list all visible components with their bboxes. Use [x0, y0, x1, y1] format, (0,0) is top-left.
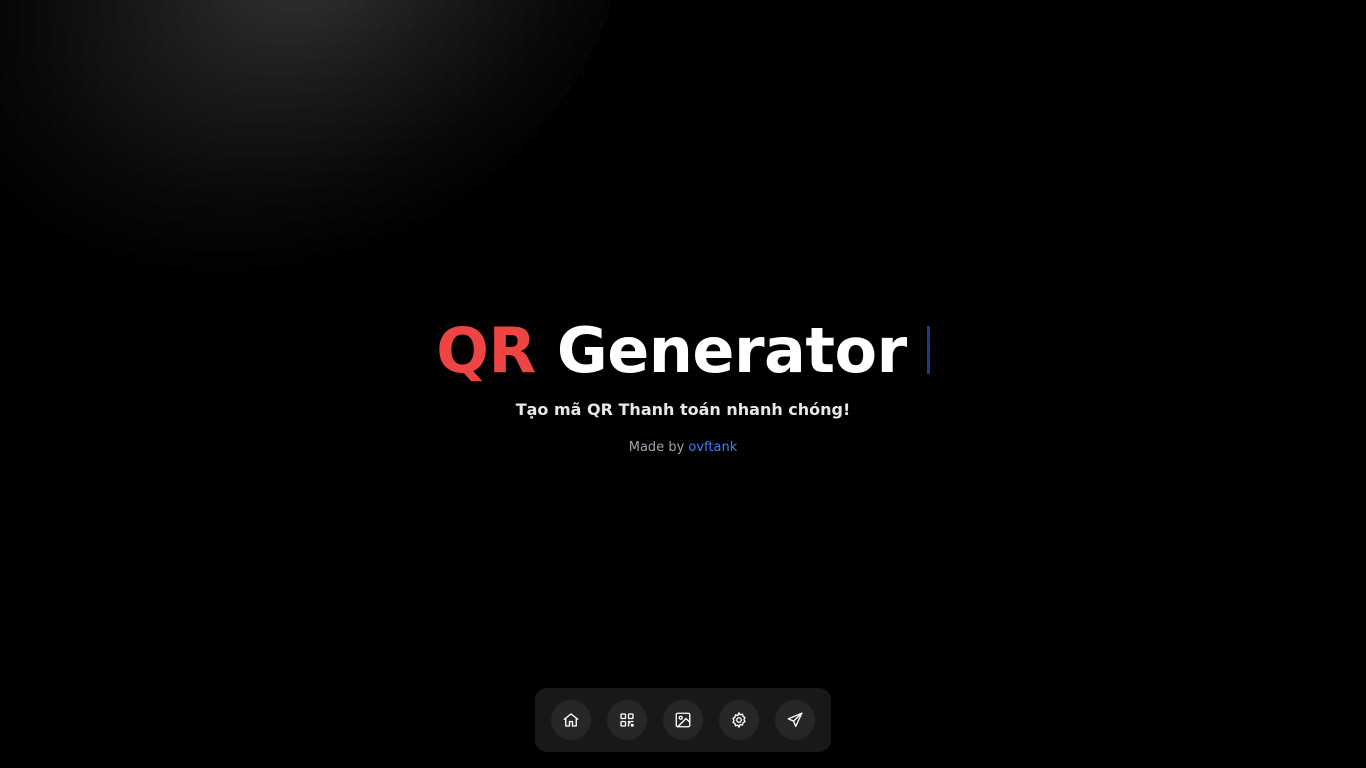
image-icon — [674, 711, 692, 729]
credit-line: Made by ovftank — [0, 438, 1366, 458]
title-accent: QR — [436, 314, 536, 387]
credit-prefix: Made by — [628, 440, 685, 455]
image-button[interactable] — [663, 700, 703, 740]
author-link[interactable]: ovftank — [688, 440, 737, 455]
send-icon — [786, 711, 804, 729]
home-button[interactable] — [551, 700, 591, 740]
home-icon — [562, 711, 580, 729]
page-title: QR Generator — [0, 312, 1366, 390]
bottom-dock — [535, 688, 831, 752]
settings-button[interactable] — [719, 700, 759, 740]
qr-code-icon — [618, 711, 636, 729]
title-main: Generator — [556, 314, 907, 387]
qr-code-button[interactable] — [607, 700, 647, 740]
hero: QR Generator Tạo mã QR Thanh toán nhanh … — [0, 312, 1366, 458]
gear-icon — [730, 711, 748, 729]
page-subtitle: Tạo mã QR Thanh toán nhanh chóng! — [515, 400, 851, 419]
page: QR Generator Tạo mã QR Thanh toán nhanh … — [0, 0, 1366, 768]
typing-caret — [926, 326, 930, 374]
send-button[interactable] — [775, 700, 815, 740]
